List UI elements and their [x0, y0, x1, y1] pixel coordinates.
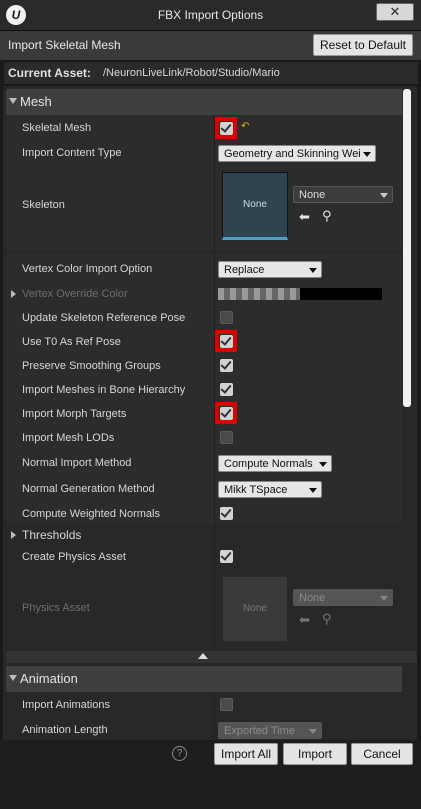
import-content-type-dropdown[interactable]: Geometry and Skinning Wei	[218, 145, 376, 162]
import-bone-hierarchy-checkbox[interactable]	[220, 382, 233, 396]
dropdown-value: Geometry and Skinning Wei	[224, 148, 361, 160]
expand-arrow-icon[interactable]	[11, 531, 16, 539]
normal-generation-label: Normal Generation Method	[22, 483, 155, 495]
highlight-box	[215, 117, 237, 139]
chevron-down-icon	[363, 152, 371, 157]
reset-to-default-button[interactable]: Reset to Default	[313, 34, 413, 56]
chevron-down-icon	[319, 462, 327, 467]
chevron-down-icon	[309, 268, 317, 273]
section-animation[interactable]: Animation	[6, 666, 402, 692]
close-button[interactable]: ✕	[376, 3, 414, 21]
vertex-color-import-dropdown[interactable]: Replace	[218, 261, 322, 278]
collapse-triangle-icon	[9, 675, 17, 681]
update-skeleton-ref-checkbox[interactable]	[220, 311, 233, 324]
preserve-smoothing-checkbox[interactable]	[220, 358, 233, 372]
thresholds-label: Thresholds	[22, 528, 82, 542]
collapse-triangle-icon	[9, 98, 17, 104]
physics-asset-dropdown[interactable]: None	[293, 589, 393, 606]
import-button[interactable]: Import	[283, 743, 347, 765]
normal-import-dropdown[interactable]: Compute Normals	[218, 455, 332, 472]
create-physics-label: Create Physics Asset	[22, 551, 126, 563]
highlight-box	[215, 330, 237, 352]
import-content-type-label: Import Content Type	[22, 147, 122, 159]
animation-length-dropdown[interactable]: Exported Time	[218, 722, 322, 739]
section-title: Animation	[20, 671, 78, 686]
import-bone-hierarchy-label: Import Meshes in Bone Hierarchy	[22, 384, 186, 396]
skeleton-asset-dropdown[interactable]: None	[293, 186, 393, 203]
dropdown-value: None	[299, 189, 326, 201]
chevron-down-icon	[380, 193, 388, 198]
preserve-smoothing-label: Preserve Smoothing Groups	[22, 360, 161, 372]
expand-arrow-icon[interactable]	[11, 290, 16, 298]
dropdown-value: Replace	[224, 264, 265, 276]
weighted-normals-checkbox[interactable]	[220, 506, 233, 520]
chevron-up-icon[interactable]	[198, 653, 208, 659]
import-morph-label: Import Morph Targets	[22, 408, 127, 420]
vertex-override-color-label: Vertex Override Color	[22, 288, 128, 300]
import-animations-label: Import Animations	[22, 699, 111, 711]
vertical-scrollbar[interactable]	[403, 89, 411, 407]
update-skeleton-ref-label: Update Skeleton Reference Pose	[22, 312, 186, 324]
current-asset-path: /NeuronLiveLink/Robot/Studio/Mario	[103, 67, 280, 79]
highlight-box	[215, 402, 237, 424]
browse-search-icon[interactable]: ⚲	[322, 611, 332, 627]
window-title: FBX Import Options	[157, 8, 264, 22]
cancel-button[interactable]: Cancel	[351, 743, 413, 765]
color-swatch-checker[interactable]	[218, 288, 300, 300]
normal-import-label: Normal Import Method	[22, 457, 132, 469]
weighted-normals-label: Compute Weighted Normals	[22, 508, 160, 520]
section-title: Mesh	[20, 94, 52, 109]
column-divider	[214, 253, 215, 648]
import-lods-checkbox[interactable]	[220, 431, 233, 444]
column-divider	[214, 692, 215, 738]
dropdown-value: Exported Time	[224, 725, 295, 737]
help-icon[interactable]: ?	[172, 746, 187, 761]
animation-length-label: Animation Length	[22, 724, 108, 736]
physics-asset-label: Physics Asset	[22, 602, 90, 614]
import-type-label: Import Skeletal Mesh	[8, 38, 121, 52]
use-selected-arrow-icon[interactable]: ⬅	[299, 612, 310, 628]
chevron-down-icon	[309, 729, 317, 734]
skeletal-mesh-label: Skeletal Mesh	[22, 122, 92, 134]
advanced-collapse-bar[interactable]	[6, 651, 417, 663]
normal-generation-dropdown[interactable]: Mikk TSpace	[218, 481, 322, 498]
browse-search-icon[interactable]: ⚲	[322, 208, 332, 224]
mesh-group-1	[6, 115, 402, 250]
dropdown-value: Compute Normals	[224, 458, 313, 470]
create-physics-checkbox[interactable]	[220, 549, 233, 563]
dropdown-value: None	[299, 592, 326, 604]
import-lods-label: Import Mesh LODs	[22, 432, 115, 444]
reset-arrow-icon[interactable]: ↶	[241, 121, 249, 132]
use-t0-label: Use T0 As Ref Pose	[22, 336, 121, 348]
section-mesh[interactable]: Mesh	[6, 89, 402, 115]
current-asset-label: Current Asset:	[8, 66, 91, 80]
physics-asset-thumbnail[interactable]: None	[222, 576, 288, 642]
chevron-down-icon	[309, 488, 317, 493]
dropdown-value: Mikk TSpace	[224, 484, 288, 496]
chevron-down-icon	[380, 596, 388, 601]
vertex-color-import-label: Vertex Color Import Option	[22, 263, 153, 275]
import-animations-checkbox[interactable]	[220, 698, 233, 711]
color-swatch[interactable]	[300, 288, 382, 300]
import-all-button[interactable]: Import All	[214, 743, 278, 765]
skeleton-label: Skeleton	[22, 199, 65, 211]
skeleton-thumbnail[interactable]: None	[222, 172, 288, 240]
use-selected-arrow-icon[interactable]: ⬅	[299, 209, 310, 225]
